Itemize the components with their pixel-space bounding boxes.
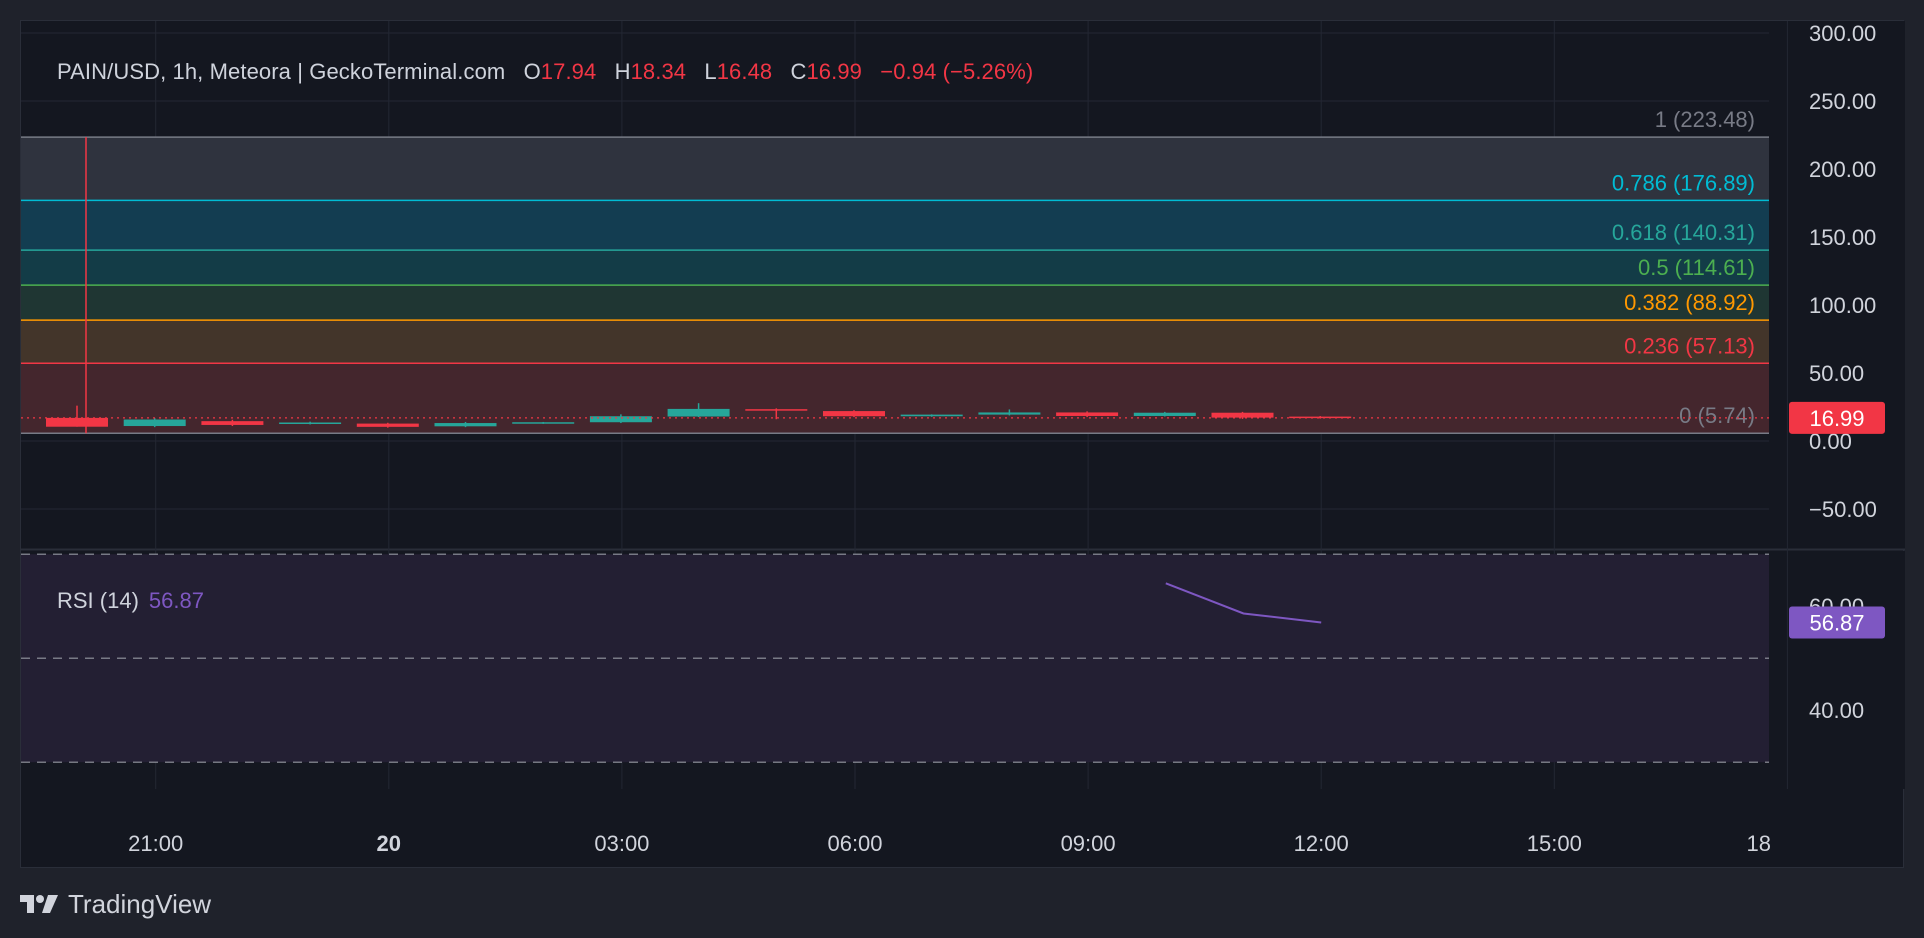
candle-body: [123, 419, 186, 427]
candle-body: [1211, 412, 1274, 418]
last-price-badge-label: 16.99: [1809, 406, 1864, 431]
fib-label-1: 1 (223.48): [1655, 107, 1755, 132]
fib-zone-0.382: [21, 320, 1769, 364]
chart-canvas[interactable]: 1 (223.48) 0.786 (176.89) 0.618 (140.31) 0.…: [21, 21, 1905, 869]
rsi-label: RSI (14): [57, 588, 139, 613]
time-axis-label: 21:00: [128, 831, 183, 856]
price-axis-label: −50.00: [1809, 497, 1877, 522]
time-axis-label: 18: [1747, 831, 1771, 856]
fib-label-0.5: 0.5 (114.61): [1638, 255, 1755, 280]
open-value: 17.94: [540, 59, 597, 84]
tradingview-logo-icon[interactable]: [20, 893, 60, 915]
price-axis-label: 250.00: [1809, 89, 1876, 114]
rsi-legend: RSI (14) 56.87: [57, 588, 204, 614]
price-change: −0.94 (−5.26%): [880, 59, 1034, 84]
price-axis-label: 200.00: [1809, 157, 1876, 182]
candle-body: [279, 422, 342, 425]
fib-zone-0.5: [21, 285, 1769, 321]
candle-body: [667, 408, 730, 417]
candle-body: [434, 423, 497, 427]
candle-body: [1056, 412, 1119, 416]
fib-label-0.618: 0.618 (140.31): [1612, 220, 1755, 245]
open-label: O: [523, 59, 541, 84]
time-axis-label: 12:00: [1294, 831, 1349, 856]
high-label: H: [614, 59, 631, 84]
candle-body: [201, 421, 264, 425]
close-label: C: [790, 59, 807, 84]
footer: TradingView: [20, 888, 211, 920]
time-axis-label: 06:00: [827, 831, 882, 856]
tradingview-brand[interactable]: TradingView: [68, 889, 211, 920]
fib-zone-0.618: [21, 250, 1769, 286]
candle-body: [356, 423, 419, 427]
fib-zone-1: [21, 137, 1769, 201]
candle-body: [823, 411, 885, 417]
time-axis-label: 15:00: [1527, 831, 1582, 856]
rsi-axis-label: 40.00: [1809, 698, 1864, 723]
close-value: 16.99: [806, 59, 863, 84]
price-axis-label: 100.00: [1809, 293, 1876, 318]
symbol-legend: PAIN/USD, 1h, Meteora | GeckoTerminal.co…: [57, 59, 1033, 85]
fib-label-0.786: 0.786 (176.89): [1612, 170, 1755, 195]
low-value: 16.48: [716, 59, 773, 84]
low-label: L: [704, 59, 717, 84]
fib-label-0: 0 (5.74): [1679, 403, 1755, 428]
candle-body: [978, 412, 1041, 415]
fib-label-0.236: 0.236 (57.13): [1624, 333, 1755, 358]
fib-zone-0.786: [21, 200, 1769, 251]
candle-body: [589, 416, 652, 423]
candle-body: [46, 417, 108, 427]
time-axis-label: 20: [377, 831, 401, 856]
candle-body: [745, 409, 808, 411]
fib-label-0.382: 0.382 (88.92): [1624, 290, 1755, 315]
rsi-value: 56.87: [148, 588, 204, 613]
rsi-value-badge-label: 56.87: [1809, 610, 1864, 635]
chart-panel[interactable]: 1 (223.48) 0.786 (176.89) 0.618 (140.31) 0.…: [20, 20, 1905, 869]
candle-body: [1133, 412, 1196, 416]
time-axis-label: 09:00: [1061, 831, 1116, 856]
price-axis-label: 150.00: [1809, 225, 1876, 250]
symbol-title: PAIN/USD, 1h, Meteora | GeckoTerminal.co…: [57, 59, 506, 84]
time-axis-label: 03:00: [594, 831, 649, 856]
candle-body: [900, 414, 963, 417]
candle-body: [512, 422, 575, 424]
price-axis-label: 50.00: [1809, 361, 1864, 386]
price-axis-label: 300.00: [1809, 21, 1876, 46]
high-value: 18.34: [630, 59, 687, 84]
